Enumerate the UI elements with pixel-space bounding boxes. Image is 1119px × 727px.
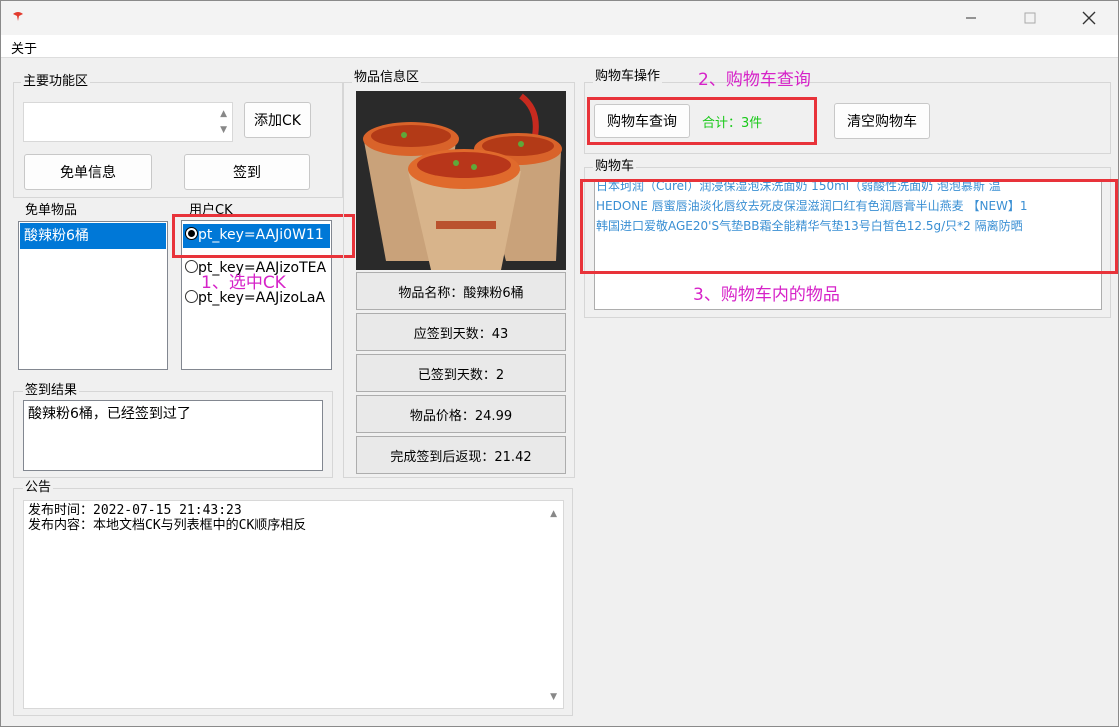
app-icon <box>13 12 23 21</box>
app-window: 关于 主要功能区 ▲ ▼ 添加CK 免单信息 签到 免单物品 酸辣粉6桶 用户C… <box>0 0 1119 727</box>
close-icon <box>1082 11 1096 25</box>
item-info-label: 物品信息区 <box>352 70 422 85</box>
ck-input[interactable]: ▲ ▼ <box>23 102 233 142</box>
user-ck-label: 用户CK <box>187 203 235 218</box>
title-bar <box>1 1 1118 35</box>
noodle-cup-image <box>356 91 566 270</box>
radio-icon <box>185 260 198 273</box>
cart-total: 合计：3件 <box>702 116 763 131</box>
main-function-label: 主要功能区 <box>21 74 91 89</box>
free-item-selected[interactable]: 酸辣粉6桶 <box>20 223 166 249</box>
close-button[interactable] <box>1066 1 1112 35</box>
minimize-icon <box>966 17 976 19</box>
free-info-button[interactable]: 免单信息 <box>24 154 152 190</box>
cart-ops-label: 购物车操作 <box>593 69 663 84</box>
annotation-select-ck: 1、选中CK <box>201 273 286 293</box>
minimize-button[interactable] <box>948 1 994 35</box>
cart-item-0[interactable]: 日本珂润（Curel）润浸保湿泡沫洗面奶 150ml（弱酸性洗面奶 泡泡慕斯 温 <box>596 180 1028 196</box>
cashback: 完成签到后返现：21.42 <box>356 436 566 474</box>
item-name: 物品名称：酸辣粉6桶 <box>356 272 566 310</box>
down-arrow-icon[interactable]: ▼ <box>220 125 227 135</box>
radio-checked-icon <box>185 227 198 240</box>
cart-items: 日本珂润（Curel）润浸保湿泡沫洗面奶 150ml（弱酸性洗面奶 泡泡慕斯 温… <box>596 180 1028 236</box>
cart-query-button[interactable]: 购物车查询 <box>594 104 690 138</box>
scroll-down-icon[interactable]: ▼ <box>550 692 557 702</box>
maximize-icon <box>1024 12 1036 24</box>
user-ck-list[interactable]: pt_key=AAJi0W11 pt_key=AAJizoTEA pt_key=… <box>181 220 332 370</box>
up-arrow-icon[interactable]: ▲ <box>220 109 227 119</box>
add-ck-button[interactable]: 添加CK <box>244 102 311 138</box>
notice-textbox[interactable]: 发布时间：2022-07-15 21:43:23 发布内容：本地文档CK与列表框… <box>23 500 564 709</box>
cart-label: 购物车 <box>593 159 637 174</box>
notice-label: 公告 <box>23 480 54 495</box>
cart-item-1[interactable]: HEDONE 唇蜜唇油淡化唇纹去死皮保湿滋润口红有色润唇膏半山燕麦 【NEW】1 <box>596 196 1028 216</box>
product-image <box>356 91 566 270</box>
clear-cart-button[interactable]: 清空购物车 <box>834 103 930 139</box>
cart-list[interactable]: 日本珂润（Curel）润浸保湿泡沫洗面奶 150ml（弱酸性洗面奶 泡泡慕斯 温… <box>594 179 1102 310</box>
signed-days: 已签到天数：2 <box>356 354 566 392</box>
free-items-list[interactable]: 酸辣粉6桶 <box>18 221 168 370</box>
scroll-up-icon[interactable]: ▲ <box>550 509 557 519</box>
radio-icon <box>185 290 198 303</box>
notice-time: 发布时间：2022-07-15 21:43:23 <box>28 503 242 518</box>
menu-bar: 关于 <box>1 35 1118 58</box>
sign-button[interactable]: 签到 <box>184 154 310 190</box>
ck-text-0: pt_key=AAJi0W11 <box>198 227 324 243</box>
maximize-button[interactable] <box>1007 1 1053 35</box>
item-price: 物品价格：24.99 <box>356 395 566 433</box>
ck-row-0[interactable]: pt_key=AAJi0W11 <box>185 227 324 243</box>
annotation-cart-query: 2、购物车查询 <box>698 70 811 90</box>
menu-about[interactable]: 关于 <box>11 38 37 57</box>
annotation-cart-items: 3、购物车内的物品 <box>693 285 840 305</box>
free-items-label: 免单物品 <box>23 203 80 218</box>
sign-result-label: 签到结果 <box>23 383 80 398</box>
should-sign-days: 应签到天数：43 <box>356 313 566 351</box>
cart-item-2[interactable]: 韩国进口爱敬AGE20'S气垫BB霜全能精华气垫13号白皙色12.5g/只*2 … <box>596 216 1028 236</box>
notice-content: 发布内容：本地文档CK与列表框中的CK顺序相反 <box>28 518 307 533</box>
sign-result-text: 酸辣粉6桶，已经签到过了 <box>23 400 323 471</box>
